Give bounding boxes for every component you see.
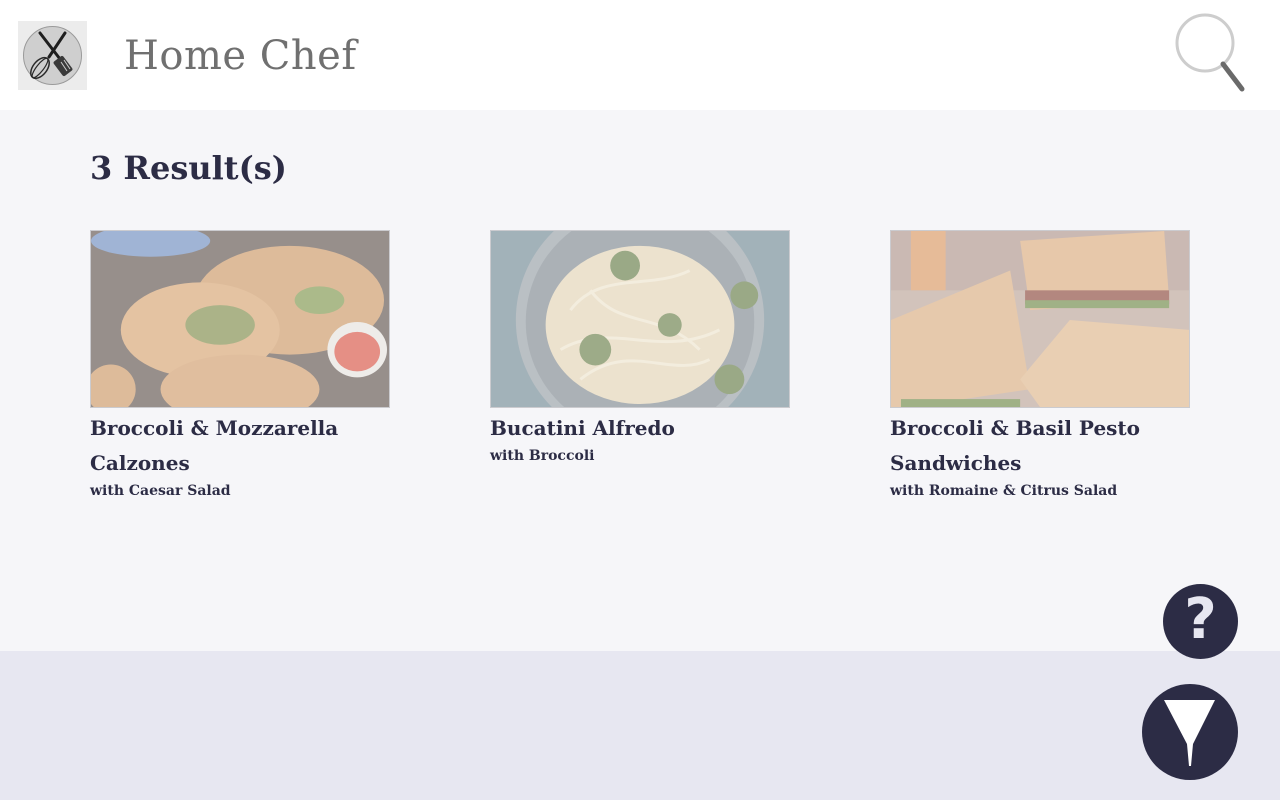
recipe-card[interactable]: Broccoli & Mozzarella Calzones with Caes… [90,230,390,504]
filter-button[interactable] [1142,684,1238,780]
recipe-card[interactable]: Broccoli & Basil Pesto Sandwiches with R… [890,230,1190,504]
search-icon[interactable] [1172,10,1250,96]
app-header: Home Chef [0,0,1280,110]
question-mark-icon: ? [1184,587,1217,652]
recipe-title[interactable]: Bucatini Alfredo [490,411,790,446]
recipe-subtitle: with Broccoli [490,448,595,464]
recipe-subtitle: with Romaine & Citrus Salad [890,483,1118,499]
recipe-image [90,230,390,408]
recipe-subtitle: with Caesar Salad [90,483,231,499]
help-button[interactable]: ? [1163,584,1238,659]
recipe-image [890,230,1190,408]
footer-band [0,651,1280,800]
recipe-card[interactable]: Bucatini Alfredo with Broccoli [490,230,790,469]
funnel-icon [1164,700,1215,766]
recipe-title[interactable]: Broccoli & Basil Pesto Sandwiches [890,411,1190,481]
recipe-image [490,230,790,408]
app-logo [18,21,87,90]
app-title: Home Chef [124,33,357,79]
recipe-title[interactable]: Broccoli & Mozzarella Calzones [90,411,390,481]
results-count: 3 Result(s) [90,149,287,187]
